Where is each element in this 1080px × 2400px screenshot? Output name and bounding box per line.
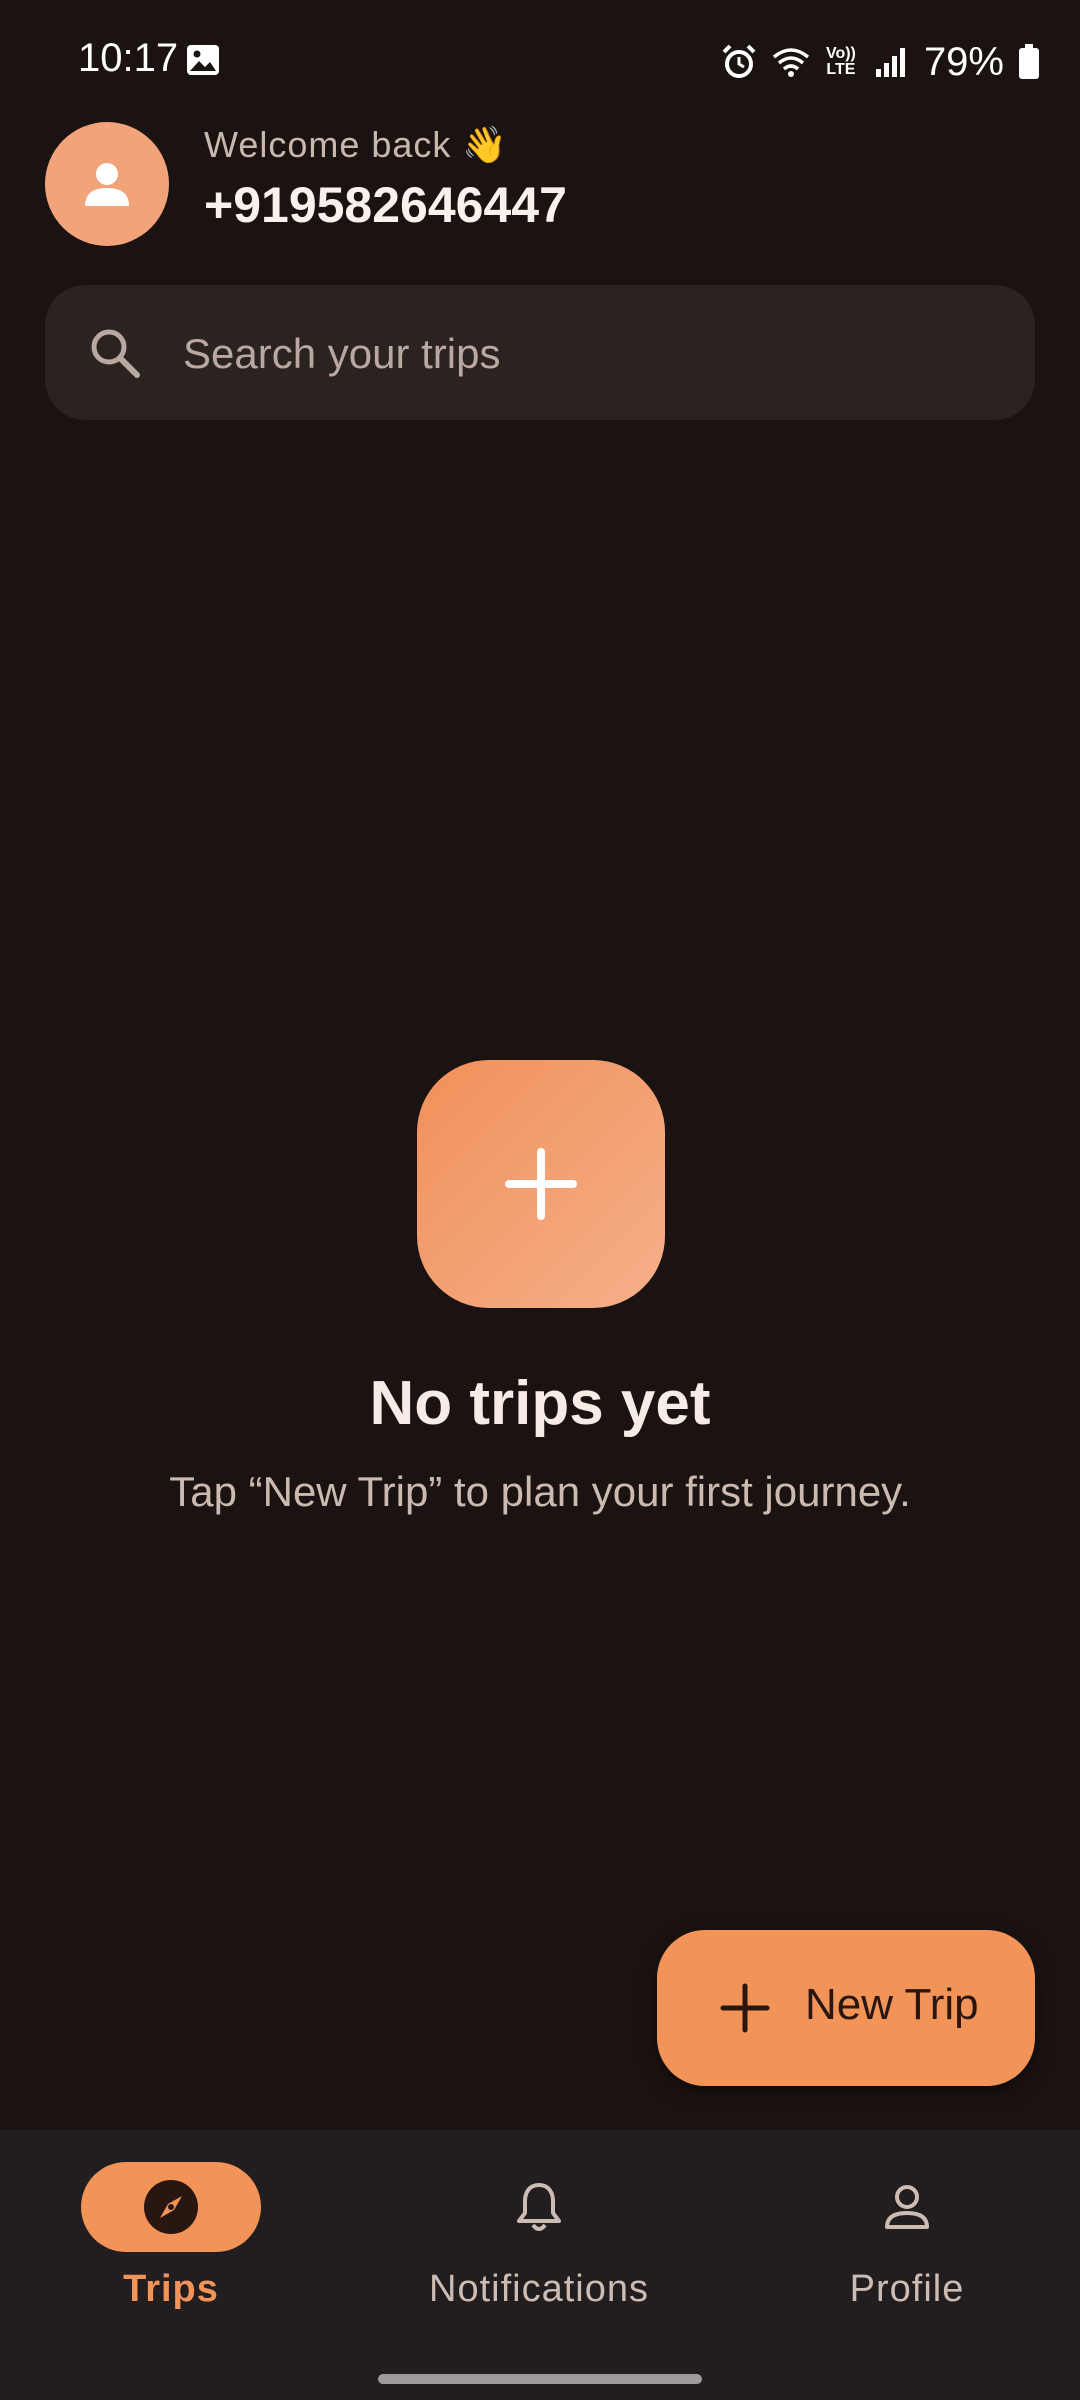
gallery-icon xyxy=(187,45,219,75)
plus-icon xyxy=(505,1148,577,1220)
empty-state-subtitle: Tap “New Trip” to plan your first journe… xyxy=(169,1468,911,1515)
signal-icon xyxy=(875,48,905,77)
compass-icon xyxy=(144,2180,198,2234)
nav-label-profile: Profile xyxy=(849,2268,965,2310)
nav-icon-wrap xyxy=(449,2162,629,2252)
avatar[interactable] xyxy=(45,122,169,246)
search-bar[interactable] xyxy=(45,285,1035,422)
user-phone-number: +919582646447 xyxy=(204,177,567,233)
plus-icon xyxy=(720,1983,770,2033)
person-icon xyxy=(85,163,129,206)
nav-label-notifications: Notifications xyxy=(429,2268,649,2310)
person-outline-icon xyxy=(885,2185,929,2229)
new-trip-button[interactable]: New Trip xyxy=(657,1930,1035,2086)
nav-item-trips[interactable]: Trips xyxy=(21,2162,321,2352)
home-indicator[interactable] xyxy=(378,2374,702,2384)
search-icon xyxy=(91,329,140,378)
wifi-icon xyxy=(772,48,810,77)
nav-label-trips: Trips xyxy=(123,2268,219,2310)
bottom-navigation: Trips Notifications Profile xyxy=(0,2130,1080,2400)
network-type-label: Vo)) LTE xyxy=(825,45,856,78)
status-icons: Vo)) LTE 79% xyxy=(720,34,1040,90)
search-input[interactable] xyxy=(181,285,985,422)
empty-state-title: No trips yet xyxy=(369,1369,711,1438)
battery-percentage: 79% xyxy=(923,39,1004,84)
bell-icon xyxy=(517,2183,561,2231)
nav-item-notifications[interactable]: Notifications xyxy=(389,2162,689,2352)
nav-item-profile[interactable]: Profile xyxy=(757,2162,1057,2352)
battery-icon xyxy=(1019,44,1039,79)
empty-state-add-tile xyxy=(417,1060,665,1308)
nav-icon-wrap xyxy=(817,2162,997,2252)
status-bar: 10:17 Vo)) LTE 79% xyxy=(0,0,1080,120)
status-time: 10:17 xyxy=(78,36,179,80)
nav-active-indicator xyxy=(81,2162,261,2252)
alarm-icon xyxy=(722,44,756,78)
welcome-text: Welcome back 👋 xyxy=(204,124,509,165)
new-trip-label: New Trip xyxy=(805,1980,979,2029)
